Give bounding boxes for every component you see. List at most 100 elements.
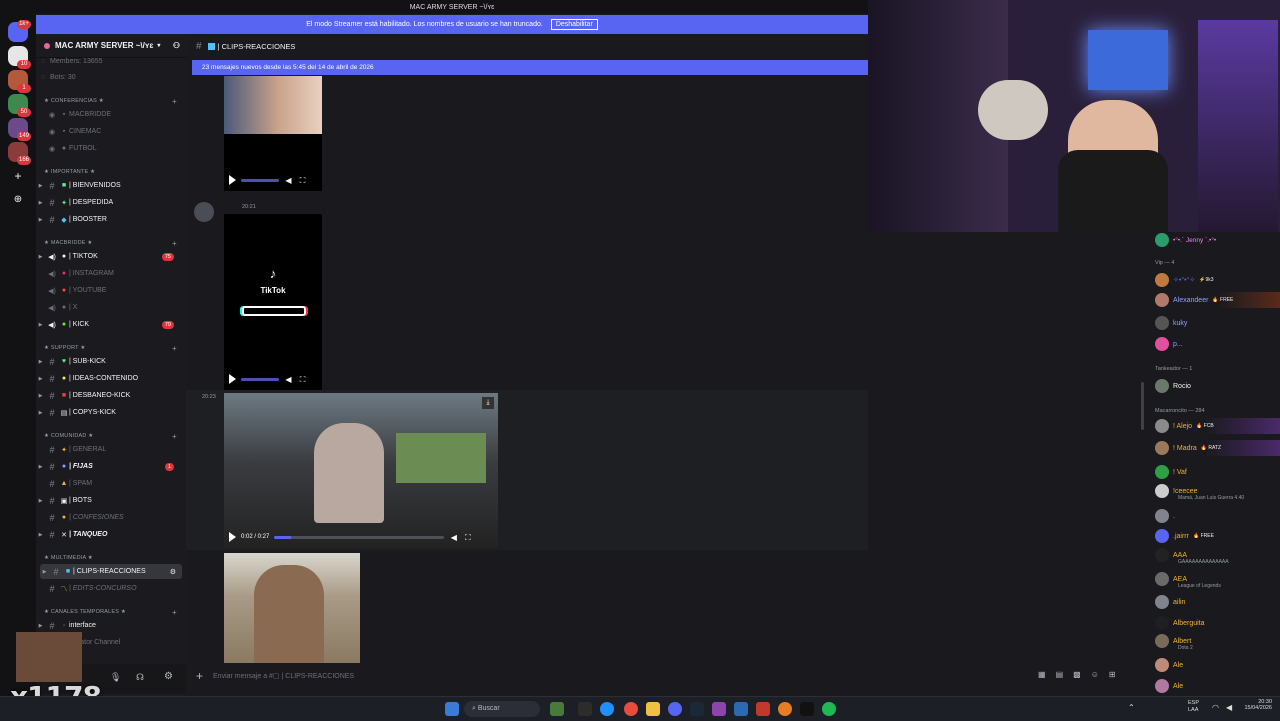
channel-youtube[interactable]: ◀) ● | YOUTUBE	[36, 283, 182, 298]
scrollbar[interactable]	[1141, 382, 1144, 430]
channel-kick[interactable]: ▶ ◀) ● | KICK 79	[36, 317, 182, 332]
channel-desbaneo[interactable]: ▶ # ■ | DESBANEO-KICK	[36, 388, 182, 403]
channel-sub-kick[interactable]: ▶ # ♥ | SUB-KICK	[36, 354, 182, 369]
category-importante[interactable]: ★ IMPORTANTE ★	[44, 169, 95, 175]
microphone-icon[interactable]: 🎙	[110, 672, 121, 683]
widget-icon[interactable]	[550, 702, 564, 716]
discord-icon[interactable]	[668, 702, 682, 716]
app-icon[interactable]	[778, 702, 792, 716]
member-item[interactable]: AEA League of Legends	[1155, 571, 1280, 589]
apps-icon[interactable]: ⊞	[1109, 670, 1116, 679]
member-item[interactable]: •°•.´ Jenny ´.•°•	[1155, 232, 1280, 248]
tray-chevron-icon[interactable]: ⌃	[1128, 703, 1135, 712]
avatar[interactable]	[194, 202, 214, 222]
discover-icon[interactable]: ⊕	[8, 190, 28, 210]
gift-icon[interactable]: ▦	[1038, 670, 1046, 679]
channel-ideas[interactable]: ▶ # ● | IDEAS-CONTENIDO	[36, 371, 182, 386]
emoji-icon[interactable]: ☺	[1091, 670, 1099, 679]
video-embed[interactable]: ⤓ 0:02 / 0:27 ◀ ⛶	[224, 393, 498, 548]
volume-icon[interactable]: ◀	[1226, 703, 1232, 712]
app-icon[interactable]	[800, 702, 814, 716]
app-icon[interactable]	[756, 702, 770, 716]
category-macbridde[interactable]: ★ MACBRIDDE ★ +	[44, 239, 177, 248]
member-item[interactable]: .	[1155, 508, 1280, 524]
member-item[interactable]: !ceecee Mamá, Juan Luis Guerra 4.40	[1155, 483, 1280, 501]
channel-bienvenidos[interactable]: ▶ # ■ | BIENVENIDOS	[36, 178, 182, 193]
volume-icon[interactable]: ◀	[449, 533, 458, 542]
language-indicator[interactable]: ESP LAA	[1188, 700, 1199, 714]
category-support[interactable]: ★ SUPPORT ★ +	[44, 344, 177, 353]
gif-icon[interactable]: ▤	[1056, 670, 1064, 679]
fullscreen-icon[interactable]: ⛶	[463, 533, 472, 542]
play-icon[interactable]	[229, 532, 236, 542]
member-item[interactable]: Alberguita	[1155, 615, 1280, 631]
clock[interactable]: 20:30 15/04/2026	[1240, 699, 1272, 711]
seek-bar[interactable]	[274, 535, 445, 539]
member-item[interactable]: p...	[1155, 336, 1280, 352]
channel-instagram[interactable]: ◀) ● | INSTAGRAM	[36, 266, 182, 281]
video-embed[interactable]: ◀ ⛶	[224, 76, 322, 191]
image-attachment[interactable]	[224, 553, 360, 663]
fullscreen-icon[interactable]: ⛶	[298, 176, 307, 185]
edge-icon[interactable]	[600, 702, 614, 716]
server-icon[interactable]: 50	[8, 94, 31, 117]
member-item[interactable]: ailin	[1155, 594, 1280, 610]
add-server-icon[interactable]: +	[8, 166, 28, 186]
wifi-icon[interactable]: ◠	[1212, 703, 1219, 712]
server-icon[interactable]: 166	[8, 142, 31, 165]
channel-x[interactable]: ◀) ● | X	[36, 300, 182, 315]
taskbar-search[interactable]: ⌕ Buscar	[464, 701, 540, 717]
member-item[interactable]: AAA GAAAAAAAAAAAAAA	[1155, 547, 1280, 565]
channel-tanqueo[interactable]: ▶ # ✕ | TANQUEO	[36, 527, 182, 542]
member-item[interactable]: ! Vaf	[1155, 464, 1280, 480]
play-icon[interactable]	[229, 175, 236, 185]
chrome-icon[interactable]	[624, 702, 638, 716]
disable-streamer-button[interactable]: Deshabilitar	[550, 19, 598, 30]
fullscreen-icon[interactable]: ⛶	[298, 375, 307, 384]
channel-edits-concurso[interactable]: # 〽 | EDITS-CONCURSO	[36, 581, 182, 596]
app-icon[interactable]	[712, 702, 726, 716]
channel-general[interactable]: # ✦ | GENERAL	[36, 442, 182, 457]
channel-spam[interactable]: # ▲ | SPAM	[36, 476, 182, 491]
seek-bar[interactable]	[241, 178, 279, 182]
member-item[interactable]: kuky	[1155, 315, 1280, 331]
channel-interface[interactable]: ▶ # · interface	[36, 618, 182, 633]
steam-icon[interactable]	[690, 702, 704, 716]
member-item[interactable]: Alexandeer 🔥 FREE	[1155, 292, 1280, 308]
category-canales-temporales[interactable]: ★ CANALES TEMPORALES ★ +	[44, 608, 177, 617]
play-icon[interactable]	[229, 374, 236, 384]
file-explorer-icon[interactable]	[646, 702, 660, 716]
member-item[interactable]: Rocio	[1155, 378, 1280, 394]
dm-home-icon[interactable]: 1k+	[8, 20, 31, 42]
headset-icon[interactable]: ☊	[136, 672, 144, 683]
spotify-icon[interactable]	[822, 702, 836, 716]
member-item[interactable]: Albert Dota 2	[1155, 633, 1280, 651]
member-item[interactable]: ! Alejo 🔥 FCB	[1155, 418, 1280, 434]
channel-copys[interactable]: ▶ # ▤ | COPYS-KICK	[36, 405, 182, 420]
seek-bar[interactable]	[241, 377, 279, 381]
channel-clips-reacciones[interactable]: ▶ # ■ | CLIPS-REACCIONES ⚙	[40, 564, 182, 579]
add-member-icon[interactable]: ⚇	[173, 41, 180, 50]
server-icon[interactable]: 1	[8, 70, 31, 93]
add-attachment-icon[interactable]: +	[196, 669, 203, 683]
video-embed[interactable]: ♪ TikTok ◀ ⛶	[224, 214, 322, 390]
category-conferencias[interactable]: ★ CONFERENCIAS ★ +	[44, 97, 177, 106]
channel-fijas[interactable]: ▶ # ● | FIJAS 1	[36, 459, 182, 474]
channel-confesiones[interactable]: # ● | CONFESIONES	[36, 510, 182, 525]
member-item[interactable]: .jairrr 🔥 FREE	[1155, 528, 1280, 544]
download-icon[interactable]: ⤓	[482, 397, 494, 409]
channel-tiktok[interactable]: ▶ ◀) ● | TIKTOK 75	[36, 249, 182, 264]
member-item[interactable]: Ale	[1155, 657, 1280, 673]
volume-icon[interactable]: ◀	[284, 375, 293, 384]
voice-channel-futbol[interactable]: ◉ ● FUTBOL	[36, 141, 182, 156]
start-icon[interactable]	[445, 702, 459, 716]
channel-despedida[interactable]: ▶ # ✦ | DESPEDIDA	[36, 195, 182, 210]
member-item[interactable]: ! Madra 🔥 RATZ	[1155, 440, 1280, 456]
channel-bots[interactable]: ▶ # ▣ | BOTS	[36, 493, 182, 508]
category-multimedia[interactable]: ★ MULTIMEDIA ★	[44, 555, 93, 561]
member-item[interactable]: ✧•°•°✧ ⚡9k3	[1155, 272, 1280, 288]
channel-booster[interactable]: ▶ # ◆ | BOOSTER	[36, 212, 182, 227]
voice-channel-cinemac[interactable]: ◉ ▪ CINEMAC	[36, 124, 182, 139]
server-icon[interactable]: 10	[8, 46, 31, 69]
member-item[interactable]: Ale	[1155, 678, 1280, 694]
